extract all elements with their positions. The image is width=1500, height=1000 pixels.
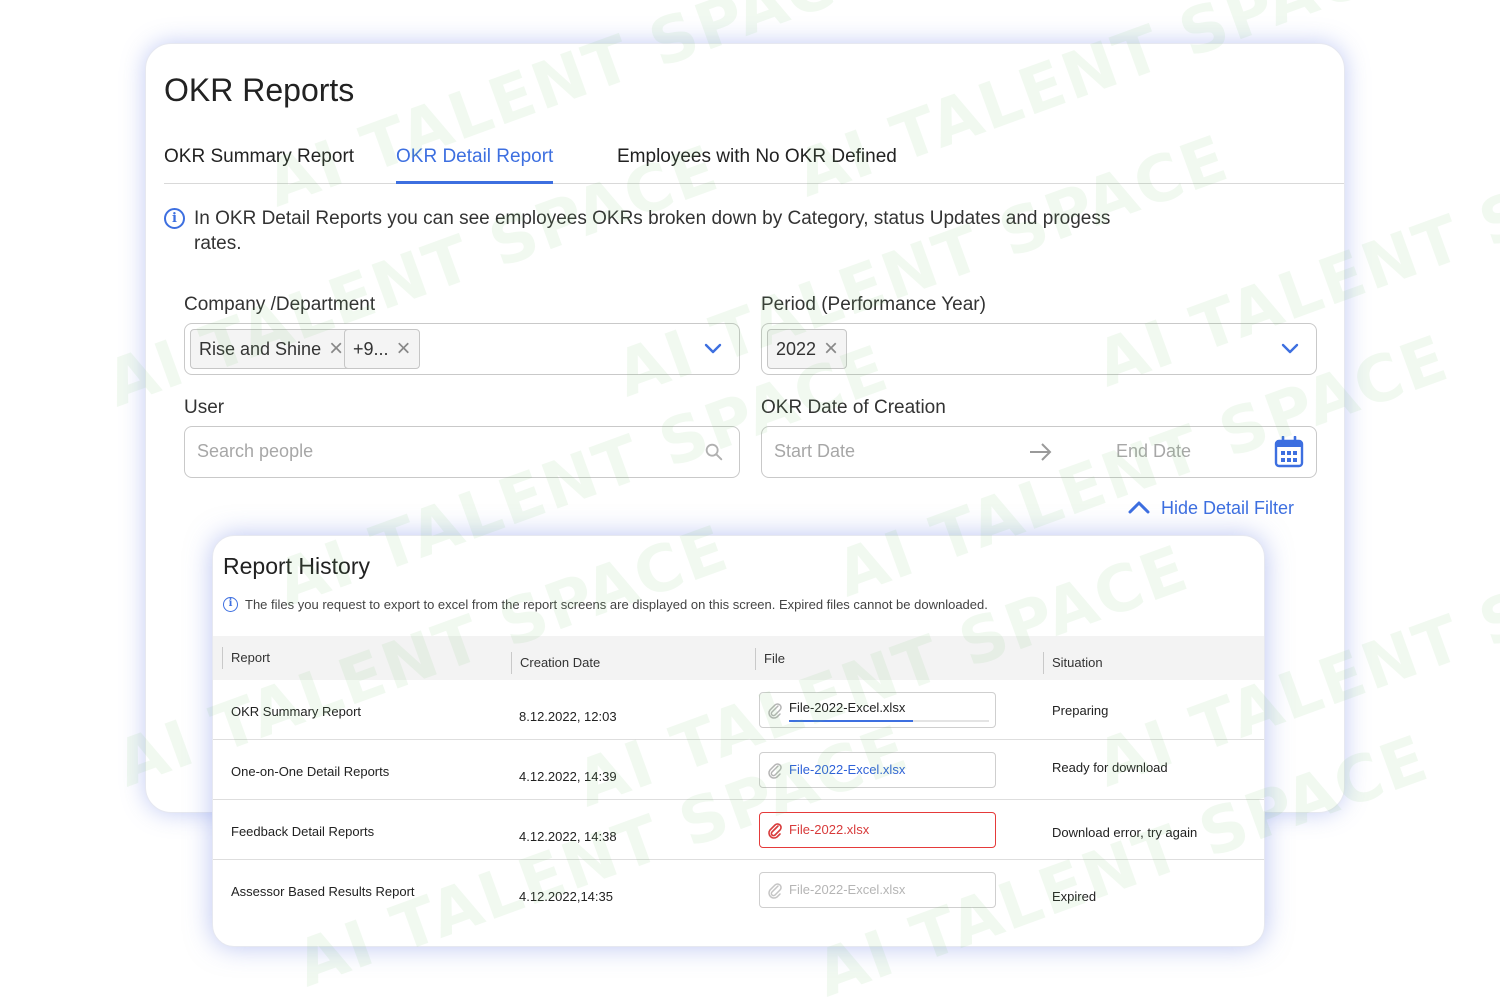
paperclip-icon (768, 703, 782, 719)
period-label: Period (Performance Year) (761, 294, 986, 315)
chevron-up-icon (1128, 501, 1150, 514)
file-name: File-2022-Excel.xlsx (789, 882, 906, 897)
year-chip: 2022 × (767, 329, 848, 369)
report-name: One-on-One Detail Reports (231, 764, 390, 779)
remove-chip-icon[interactable]: × (821, 330, 841, 368)
info-icon: i (164, 208, 185, 229)
file-attachment: File-2022-Excel.xlsx (759, 692, 996, 728)
file-name[interactable]: File-2022-Excel.xlsx (789, 762, 905, 777)
situation-status: Ready for download (1052, 760, 1168, 775)
report-history-title: Report History (223, 553, 370, 579)
table-header: Report Creation Date File Situation (213, 636, 1264, 680)
report-history-card: Report History i The files you request t… (212, 535, 1265, 947)
column-header-creation-date: Creation Date (511, 652, 600, 674)
arrow-right-icon (1030, 443, 1052, 461)
report-tabs: OKR Summary Report OKR Detail Report Emp… (164, 142, 1344, 184)
year-chip-label: 2022 (776, 339, 817, 359)
file-download-link[interactable]: File-2022-Excel.xlsx (759, 752, 996, 788)
tab-employees-no-okr[interactable]: Employees with No OKR Defined (617, 146, 897, 184)
situation-status: Expired (1052, 889, 1097, 904)
hide-detail-filter-label: Hide Detail Filter (1160, 498, 1294, 518)
column-header-file: File (755, 648, 785, 670)
page-title: OKR Reports (164, 72, 355, 108)
chevron-down-icon[interactable] (1278, 336, 1302, 360)
report-history-info-text: The files you request to export to excel… (245, 597, 988, 612)
date-range-picker[interactable]: Start Date End Date (761, 426, 1317, 478)
company-chip-label: Rise and Shine (199, 339, 322, 359)
table-row: OKR Summary Report 8.12.2022, 12:03 File… (213, 680, 1264, 740)
paperclip-icon (768, 883, 782, 899)
creation-date: 8.12.2022, 12:03 (519, 709, 617, 724)
column-header-report: Report (222, 647, 270, 669)
tab-okr-summary-report[interactable]: OKR Summary Report (164, 146, 354, 184)
download-progress-bar (789, 720, 989, 722)
situation-status: Download error, try again (1052, 825, 1198, 840)
start-date-placeholder[interactable]: Start Date (774, 441, 855, 462)
creation-date: 4.12.2022, 14:39 (519, 769, 617, 784)
company-department-label: Company /Department (184, 294, 376, 315)
table-row: Feedback Detail Reports 4.12.2022, 14:38… (213, 800, 1264, 860)
more-companies-chip: +9... × (344, 329, 420, 369)
file-name[interactable]: File-2022.xlsx (789, 822, 869, 837)
report-name: OKR Summary Report (231, 704, 362, 719)
file-attachment-expired: File-2022-Excel.xlsx (759, 872, 996, 908)
period-select[interactable]: 2022 × (761, 323, 1317, 375)
table-row: Assessor Based Results Report 4.12.2022,… (213, 860, 1264, 920)
more-companies-chip-label: +9... (353, 339, 389, 359)
report-history-info: i The files you request to export to exc… (223, 597, 988, 612)
file-name: File-2022-Excel.xlsx (789, 700, 906, 715)
okr-date-label: OKR Date of Creation (761, 397, 946, 418)
column-header-situation: Situation (1043, 652, 1103, 674)
remove-chip-icon[interactable]: × (394, 330, 414, 368)
company-department-select[interactable]: Rise and Shine × +9... × (184, 323, 740, 375)
situation-status: Preparing (1052, 703, 1109, 718)
paperclip-icon (768, 823, 782, 839)
info-text: In OKR Detail Reports you can see employ… (194, 208, 1111, 254)
chevron-down-icon[interactable] (701, 336, 725, 360)
report-name: Assessor Based Results Report (231, 884, 415, 899)
file-retry-link[interactable]: File-2022.xlsx (759, 812, 996, 848)
info-icon: i (223, 597, 238, 612)
table-row: One-on-One Detail Reports 4.12.2022, 14:… (213, 740, 1264, 800)
calendar-icon[interactable] (1274, 436, 1304, 468)
creation-date: 4.12.2022, 14:38 (519, 829, 617, 844)
user-label: User (184, 397, 225, 418)
creation-date: 4.12.2022,14:35 (519, 889, 613, 904)
user-search-placeholder: Search people (197, 441, 314, 461)
user-search-input[interactable]: Search people (184, 426, 740, 478)
report-name: Feedback Detail Reports (231, 824, 375, 839)
tab-okr-detail-report[interactable]: OKR Detail Report (396, 146, 554, 184)
search-icon (705, 443, 723, 461)
download-progress-fill (789, 720, 913, 722)
end-date-placeholder[interactable]: End Date (1116, 441, 1191, 462)
hide-detail-filter-button[interactable]: Hide Detail Filter (1127, 498, 1294, 519)
paperclip-icon (768, 763, 782, 779)
company-chip: Rise and Shine × (190, 329, 353, 369)
detail-report-info: i In OKR Detail Reports you can see empl… (164, 206, 1124, 256)
